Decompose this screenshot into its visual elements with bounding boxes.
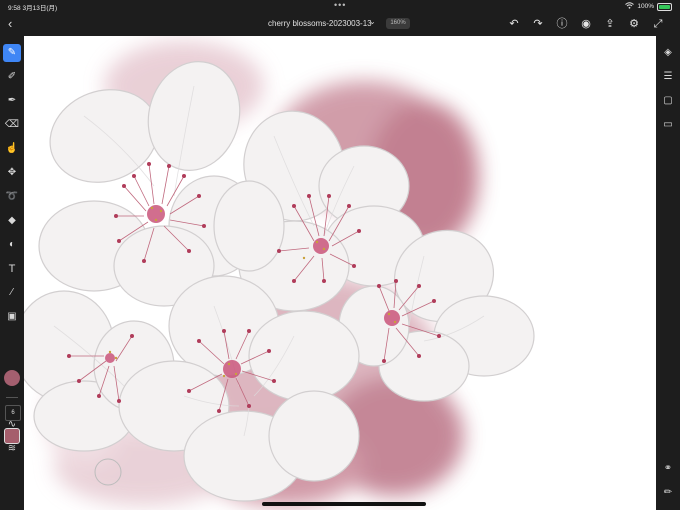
shape-icon[interactable]: ◐ (3, 236, 21, 254)
toolbar-actions: ↶ ↷ ⓘ ◉ ⇪ ⚙ ⤢ (502, 16, 670, 32)
active-color-dot[interactable] (4, 370, 20, 386)
stroke-smoothing-icon[interactable]: ∿ (3, 416, 21, 434)
back-icon[interactable]: ‹ (8, 16, 12, 31)
share-icon[interactable]: ⇪ (598, 16, 622, 32)
paint-brush-icon[interactable]: ✎ (3, 44, 21, 62)
status-time: 9:58 3月13日(月) (8, 5, 58, 12)
fullscreen-icon[interactable]: ⤢ (646, 16, 670, 32)
divider (6, 397, 18, 398)
brush-settings-icon[interactable]: ≋ (3, 440, 21, 458)
lasso-select-icon[interactable]: ➰ (3, 188, 21, 206)
battery-percent: 100% (637, 3, 654, 10)
undo-icon[interactable]: ↶ (502, 16, 526, 32)
status-bar: 9:58 3月13日(月) ••• 100% (0, 0, 680, 12)
multitasking-dots[interactable]: ••• (334, 0, 346, 10)
document-title[interactable]: cherry blossoms-2023003-13 (268, 19, 372, 28)
settings-icon[interactable]: ⚙ (622, 16, 646, 32)
vector-brush-icon[interactable]: ✒ (3, 92, 21, 110)
status-right: 100% (625, 2, 672, 11)
pixel-brush-icon[interactable]: ✐ (3, 68, 21, 86)
image-icon[interactable]: ▣ (3, 308, 21, 326)
comments-icon[interactable]: ▭ (659, 116, 677, 134)
cherry-blossom-artwork (24, 41, 535, 506)
pencil-icon[interactable]: ✏ (659, 484, 677, 502)
top-toolbar: ‹ cherry blossoms-2023003-13 ⌄ 160% ↶ ↷ … (0, 12, 680, 36)
home-indicator (262, 502, 426, 506)
eraser-icon[interactable]: ⌫ (3, 116, 21, 134)
canvas[interactable] (24, 36, 656, 510)
layers-icon[interactable]: ◈ (659, 44, 677, 62)
battery-icon (657, 2, 672, 11)
wifi-icon (625, 2, 635, 11)
transform-icon[interactable]: ✥ (3, 164, 21, 182)
account-icon[interactable]: ◉ (574, 16, 598, 32)
layer-properties-icon[interactable]: ☰ (659, 68, 677, 86)
eyedropper-icon[interactable]: ⁄ (3, 284, 21, 302)
right-toolbar: ◈ ☰ ▢ ▭ ⚭ ✏ (656, 36, 680, 510)
fill-icon[interactable]: ◆ (3, 212, 21, 230)
artboard-icon[interactable]: ▢ (659, 92, 677, 110)
text-icon[interactable]: T (3, 260, 21, 278)
layer-adjust-icon[interactable]: ⚭ (659, 460, 677, 478)
chevron-down-icon[interactable]: ⌄ (369, 17, 376, 26)
redo-icon[interactable]: ↷ (526, 16, 550, 32)
smudge-icon[interactable]: ☝ (3, 140, 21, 158)
help-icon[interactable]: ⓘ (550, 16, 574, 32)
zoom-level[interactable]: 160% (386, 18, 410, 29)
left-toolbar: ✎ ✐ ✒ ⌫ ☝ ✥ ➰ ◆ ◐ T ⁄ ▣ 6 ∿ ≋ (0, 36, 24, 510)
